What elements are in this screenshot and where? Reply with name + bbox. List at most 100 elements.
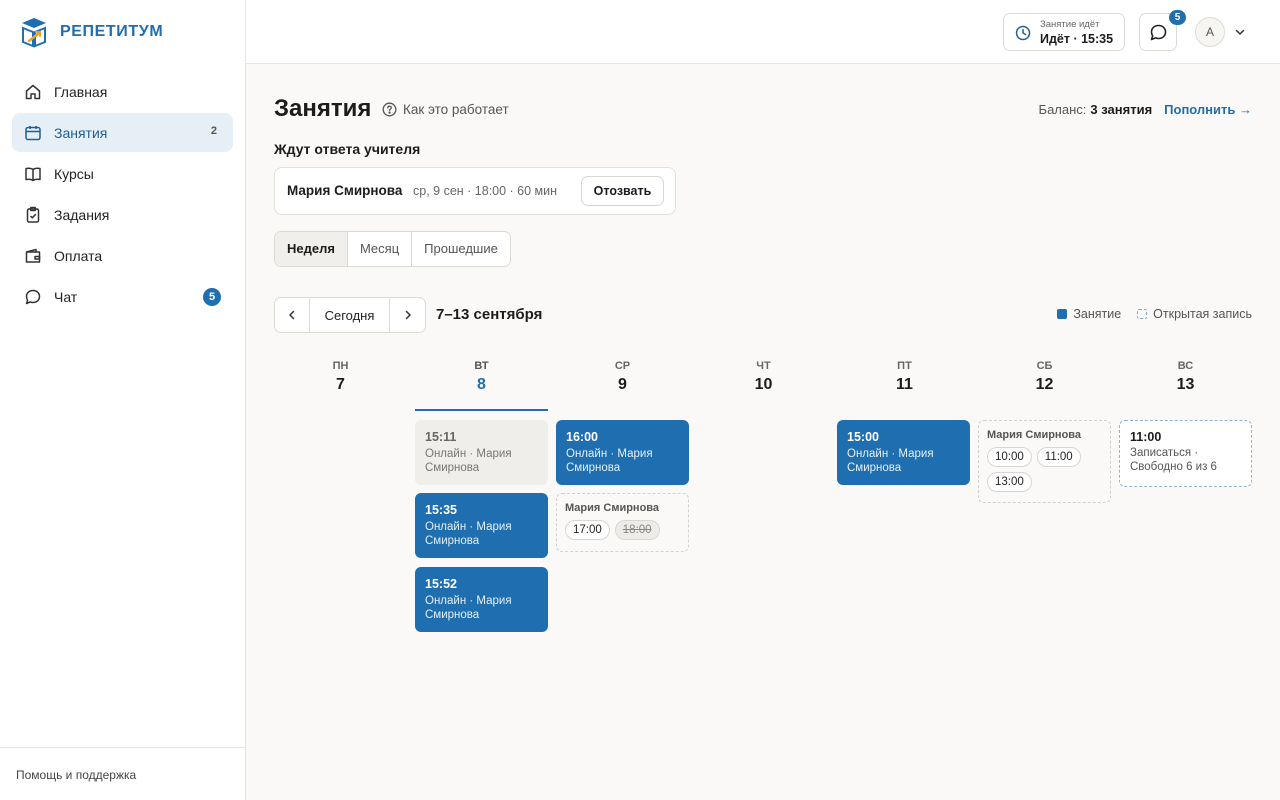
wallet-icon bbox=[25, 248, 41, 263]
tab-month[interactable]: Месяц bbox=[348, 232, 413, 266]
next-week-button[interactable] bbox=[390, 298, 425, 332]
clipboard-icon bbox=[26, 206, 40, 223]
sidebar-item-label: Чат bbox=[54, 288, 78, 305]
today-indicator bbox=[415, 409, 548, 411]
pending-requests-heading: Ждут ответа учителя bbox=[274, 141, 421, 157]
day-name: ПТ bbox=[897, 360, 912, 372]
lesson-card-past[interactable]: 15:11 Онлайн · Мария Смирнова bbox=[415, 420, 548, 485]
how-it-works-label: Как это работает bbox=[403, 102, 509, 117]
lesson-card[interactable]: 16:00 Онлайн · Мария Смирнова bbox=[556, 420, 689, 485]
sidebar-item-label: Задания bbox=[54, 206, 110, 223]
day-header-sun: ВС 13 bbox=[1119, 360, 1252, 394]
sidebar-item-label: Оплата bbox=[54, 247, 103, 264]
sidebar-footer: Помощь и поддержка bbox=[0, 747, 245, 800]
teacher-name: Мария Смирнова bbox=[287, 183, 403, 198]
page-title: Занятия bbox=[274, 95, 372, 122]
sidebar-item-label: Главная bbox=[54, 83, 108, 100]
previous-week-button[interactable] bbox=[275, 298, 310, 332]
calendar-icon bbox=[25, 125, 41, 140]
lesson-details: Онлайн · Мария Смирнова bbox=[847, 448, 934, 474]
open-booking-legend-label: Открытая запись bbox=[1153, 307, 1252, 321]
sidebar-item-label: Занятия bbox=[54, 124, 108, 141]
day-number: 13 bbox=[1176, 376, 1195, 393]
day-header-thu: ЧТ 10 bbox=[697, 360, 830, 394]
balance-value: 3 занятия bbox=[1090, 102, 1153, 117]
lesson-legend-label: Занятие bbox=[1073, 307, 1122, 321]
lesson-details: Онлайн · Мария Смирнова bbox=[425, 595, 512, 621]
slot-chips: 10:00 11:00 13:00 bbox=[987, 447, 1102, 492]
slot-chip[interactable]: 17:00 bbox=[565, 520, 610, 540]
sidebar-item-home[interactable]: Главная bbox=[12, 72, 233, 111]
lesson-card[interactable]: 15:00 Онлайн · Мария Смирнова bbox=[837, 420, 970, 485]
session-status-value: Идёт · 15:35 bbox=[1040, 32, 1114, 46]
lesson-details: Онлайн · Мария Смирнова bbox=[566, 448, 653, 474]
lesson-time: 15:52 bbox=[425, 577, 457, 591]
sidebar-item-chat[interactable]: Чат 5 bbox=[12, 277, 233, 316]
session-status-label: Занятие идёт bbox=[1040, 19, 1100, 30]
slot-teacher-name: Мария Смирнова bbox=[987, 429, 1082, 441]
lesson-card[interactable]: 15:35 Онлайн · Мария Смирнова bbox=[415, 493, 548, 558]
top-up-link[interactable]: Пополнить → bbox=[1164, 102, 1252, 117]
sidebar-item-assignments[interactable]: Задания bbox=[12, 195, 233, 234]
slot-chip[interactable]: 11:00 bbox=[1036, 447, 1081, 467]
calendar-legend: Занятие Открытая запись bbox=[1057, 307, 1252, 321]
balance: Баланс: 3 занятия Пополнить → bbox=[1039, 102, 1252, 117]
open-booking-card[interactable]: 11:00 Записаться · Свободно 6 из 6 bbox=[1119, 420, 1252, 487]
tab-past[interactable]: Прошедшие bbox=[412, 232, 510, 266]
day-number: 7 bbox=[336, 376, 345, 393]
chat-icon bbox=[25, 289, 41, 304]
day-name: ЧТ bbox=[756, 360, 771, 372]
chevron-left-icon bbox=[289, 310, 295, 320]
sidebar-item-courses[interactable]: Курсы bbox=[12, 154, 233, 193]
how-it-works-link[interactable]: Как это работает bbox=[382, 102, 509, 117]
live-session-button[interactable]: Занятие идёт Идёт · 15:35 bbox=[1003, 13, 1125, 51]
day-header-tue: ВТ 8 bbox=[415, 360, 548, 394]
clock-icon bbox=[1015, 25, 1031, 41]
open-booking-details: Записаться · Свободно 6 из 6 bbox=[1130, 447, 1217, 473]
lesson-details: Онлайн · Мария Смирнова bbox=[425, 448, 512, 474]
sidebar: РЕПЕТИТУМ Главная Занятия 2 Курсы Задани… bbox=[0, 0, 246, 800]
open-booking-time: 11:00 bbox=[1130, 430, 1162, 444]
app-name: РЕПЕТИТУМ bbox=[60, 23, 164, 40]
logo[interactable]: РЕПЕТИТУМ bbox=[20, 16, 163, 48]
lessons-count-badge: 2 bbox=[210, 125, 217, 137]
day-name: ВС bbox=[1177, 360, 1194, 372]
tab-week[interactable]: Неделя bbox=[275, 232, 348, 266]
sidebar-item-payment[interactable]: Оплата bbox=[12, 236, 233, 275]
day-number: 11 bbox=[896, 376, 913, 393]
chat-unread-badge: 5 bbox=[203, 288, 221, 306]
available-slots-card: Мария Смирнова 17:00 18:00 bbox=[556, 493, 689, 552]
lesson-time: 15:11 bbox=[425, 430, 457, 444]
today-button[interactable]: Сегодня bbox=[310, 298, 390, 332]
day-name: СБ bbox=[1036, 360, 1053, 372]
day-header-mon: ПН 7 bbox=[274, 360, 407, 394]
sidebar-item-lessons[interactable]: Занятия 2 bbox=[12, 113, 233, 152]
available-slots-card: Мария Смирнова 10:00 11:00 13:00 bbox=[978, 420, 1111, 503]
day-header-sat: СБ 12 bbox=[978, 360, 1111, 394]
slot-chip[interactable]: 13:00 bbox=[987, 472, 1032, 492]
book-icon bbox=[25, 166, 41, 181]
week-range: 7–13 сентября bbox=[436, 306, 543, 323]
day-header-wed: СР 9 bbox=[556, 360, 689, 394]
message-icon bbox=[1150, 24, 1167, 41]
avatar[interactable]: А bbox=[1195, 17, 1225, 47]
logo-icon bbox=[22, 18, 46, 48]
sidebar-nav: Главная Занятия 2 Курсы Задания Оплата Ч… bbox=[12, 72, 233, 318]
help-support-link[interactable]: Помощь и поддержка bbox=[16, 768, 136, 782]
revoke-request-button[interactable]: Отозвать bbox=[581, 176, 664, 206]
home-icon bbox=[25, 84, 41, 99]
pending-request-card: Мария Смирнова ср, 9 сен · 18:00 · 60 ми… bbox=[274, 167, 676, 215]
request-details: ср, 9 сен · 18:00 · 60 мин bbox=[413, 184, 558, 198]
lesson-card[interactable]: 15:52 Онлайн · Мария Смирнова bbox=[415, 567, 548, 632]
chevron-down-icon[interactable] bbox=[1234, 26, 1246, 38]
day-number: 12 bbox=[1035, 376, 1054, 393]
messages-unread-badge: 5 bbox=[1169, 10, 1186, 25]
day-name: ВТ bbox=[474, 360, 489, 372]
lesson-details: Онлайн · Мария Смирнова bbox=[425, 521, 512, 547]
question-circle-icon bbox=[382, 102, 397, 117]
topbar: Занятие идёт Идёт · 15:35 5 А bbox=[246, 0, 1280, 64]
lesson-time: 15:00 bbox=[847, 430, 879, 444]
slot-chip[interactable]: 10:00 bbox=[987, 447, 1032, 467]
balance-label: Баланс: bbox=[1038, 102, 1087, 117]
open-booking-legend-swatch bbox=[1137, 309, 1148, 319]
